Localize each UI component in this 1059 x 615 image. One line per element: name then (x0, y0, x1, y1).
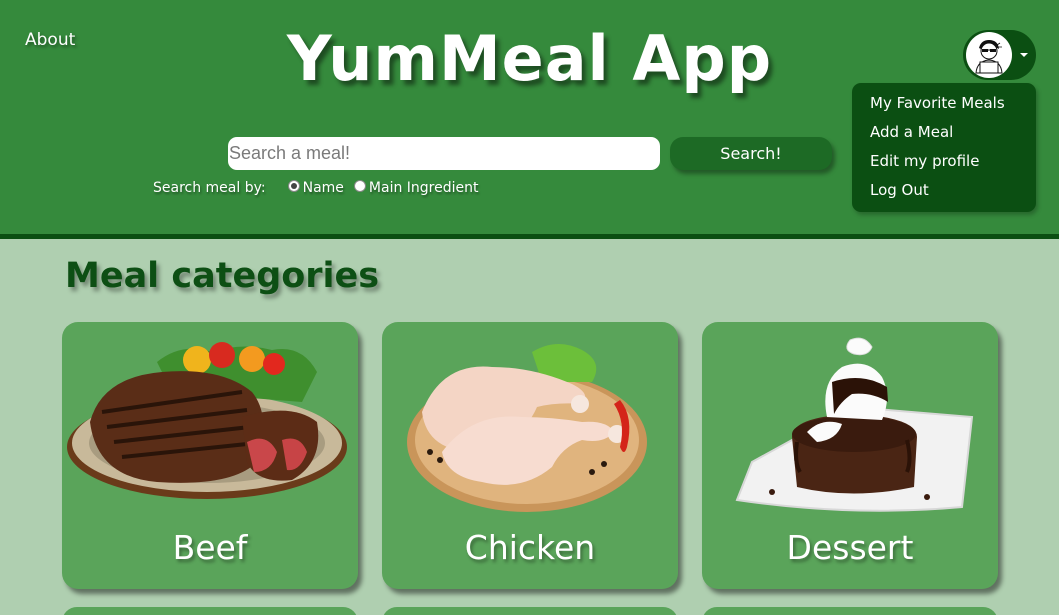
category-name-chicken: Chicken (464, 528, 596, 567)
profile-dropdown-menu: My Favorite Meals Add a Meal Edit my pro… (852, 83, 1036, 212)
steak-plate-image (67, 342, 347, 499)
radio-name[interactable] (287, 180, 300, 192)
menu-item-edit-profile[interactable]: Edit my profile (852, 150, 1036, 179)
radio-name-label: Name (302, 180, 344, 196)
category-card-beef[interactable]: Beef (62, 322, 358, 589)
search-by-name-option[interactable]: Name (287, 180, 344, 196)
radio-main-ingredient-label: Main Ingredient (368, 180, 479, 196)
profile-menu-toggle[interactable] (963, 30, 1036, 80)
chocolate-lava-cake-image (735, 337, 974, 512)
category-card-next-row[interactable] (62, 607, 358, 615)
app-header: About YumMeal App Search! Search meal by… (0, 0, 1059, 239)
category-name-dessert: Dessert (786, 528, 914, 567)
category-card-chicken[interactable]: Chicken (382, 322, 678, 589)
menu-item-log-out[interactable]: Log Out (852, 179, 1036, 208)
radio-main-ingredient[interactable] (353, 180, 366, 192)
chevron-down-icon (1020, 53, 1028, 57)
category-card-dessert[interactable]: Dessert (702, 322, 998, 589)
category-card-next-row[interactable] (382, 607, 678, 615)
search-by-label: Search meal by: (153, 180, 266, 196)
section-title: Meal categories (65, 256, 380, 296)
category-card-next-row[interactable] (702, 607, 998, 615)
menu-item-favorite-meals[interactable]: My Favorite Meals (852, 92, 1036, 121)
search-by-ingredient-option[interactable]: Main Ingredient (353, 180, 479, 196)
search-input[interactable] (228, 137, 660, 170)
search-button[interactable]: Search! (670, 137, 832, 170)
developer-avatar-icon (966, 32, 1012, 78)
search-by-options: Search meal by: Name Main Ingredient (153, 180, 488, 196)
menu-item-add-meal[interactable]: Add a Meal (852, 121, 1036, 150)
raw-chicken-legs-image (407, 343, 647, 512)
category-name-beef: Beef (172, 528, 248, 567)
